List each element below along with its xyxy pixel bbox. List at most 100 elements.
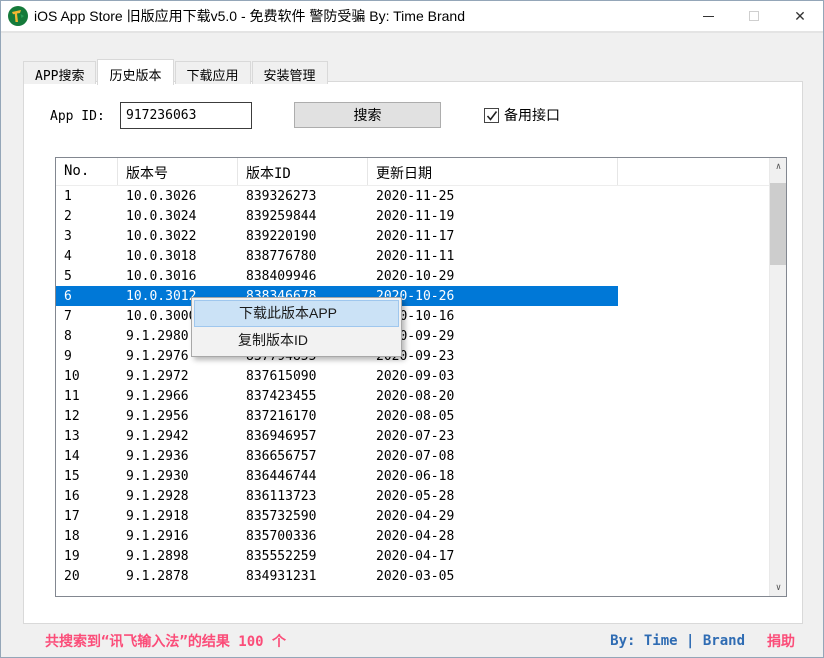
- row-version-id: 836946957: [238, 429, 368, 444]
- table-row[interactable]: 14 9.1.2936 836656757 2020-07-08: [56, 446, 769, 466]
- row-update-date: 2020-09-03: [368, 369, 618, 384]
- backup-checkbox[interactable]: [484, 108, 499, 123]
- context-menu: 下载此版本APP 复制版本ID: [191, 297, 402, 357]
- minimize-button[interactable]: [685, 1, 731, 31]
- tab-strip: APP搜索 历史版本 下载应用 安装管理: [23, 58, 329, 84]
- table-row[interactable]: 5 10.0.3016 838409946 2020-10-29: [56, 266, 769, 286]
- maximize-icon: [749, 11, 759, 21]
- tab-install-manage[interactable]: 安装管理: [252, 61, 328, 84]
- table-row[interactable]: 1 10.0.3026 839326273 2020-11-25: [56, 186, 769, 206]
- search-button[interactable]: 搜索: [294, 102, 441, 128]
- row-no: 16: [56, 489, 118, 504]
- row-update-date: 2020-09-29: [368, 329, 618, 344]
- row-no: 17: [56, 509, 118, 524]
- column-header-filler: [618, 158, 769, 185]
- row-version-id: 835700336: [238, 529, 368, 544]
- table-row[interactable]: 18 9.1.2916 835700336 2020-04-28: [56, 526, 769, 546]
- tab-app-search[interactable]: APP搜索: [23, 61, 96, 84]
- row-version-id: 839220190: [238, 229, 368, 244]
- close-button[interactable]: ✕: [777, 1, 823, 31]
- table-row[interactable]: 12 9.1.2956 837216170 2020-08-05: [56, 406, 769, 426]
- row-no: 8: [56, 329, 118, 344]
- table-row[interactable]: 2 10.0.3024 839259844 2020-11-19: [56, 206, 769, 226]
- row-version-id: 835732590: [238, 509, 368, 524]
- window-title: iOS App Store 旧版应用下载v5.0 - 免费软件 警防受骗 By:…: [34, 6, 465, 26]
- row-update-date: 2020-11-19: [368, 209, 618, 224]
- maximize-button[interactable]: [731, 1, 777, 31]
- row-version: 9.1.2898: [118, 549, 238, 564]
- column-header-version[interactable]: 版本号: [118, 158, 238, 185]
- row-version: 10.0.3024: [118, 209, 238, 224]
- row-update-date: 2020-04-17: [368, 549, 618, 564]
- title-bar: iOS App Store 旧版应用下载v5.0 - 免费软件 警防受骗 By:…: [1, 1, 823, 33]
- row-no: 10: [56, 369, 118, 384]
- row-update-date: 2020-08-20: [368, 389, 618, 404]
- row-version-id: 836446744: [238, 469, 368, 484]
- row-update-date: 2020-05-28: [368, 489, 618, 504]
- table-row[interactable]: 11 9.1.2966 837423455 2020-08-20: [56, 386, 769, 406]
- column-header-no[interactable]: No.: [56, 158, 118, 185]
- row-update-date: 2020-11-11: [368, 249, 618, 264]
- row-update-date: 2020-04-29: [368, 509, 618, 524]
- table-row[interactable]: 13 9.1.2942 836946957 2020-07-23: [56, 426, 769, 446]
- backup-api-option[interactable]: 备用接口: [484, 105, 560, 125]
- column-header-update-date[interactable]: 更新日期: [368, 158, 618, 185]
- row-version-id: 837216170: [238, 409, 368, 424]
- table-row[interactable]: 7 10.0.3000 838226605 2020-10-16: [56, 306, 769, 326]
- row-version-id: 837615090: [238, 369, 368, 384]
- row-version: 9.1.2942: [118, 429, 238, 444]
- row-version: 10.0.3026: [118, 189, 238, 204]
- row-version: 9.1.2956: [118, 409, 238, 424]
- row-update-date: 2020-08-05: [368, 409, 618, 424]
- app-id-label: App ID:: [50, 109, 105, 124]
- row-no: 18: [56, 529, 118, 544]
- credit-text: By: Time | Brand: [610, 633, 745, 649]
- row-no: 3: [56, 229, 118, 244]
- history-tab-panel: App ID: 搜索 备用接口 No. 版本号 版本ID 更新日期 1 10.0…: [23, 81, 803, 624]
- row-version-id: 838776780: [238, 249, 368, 264]
- table-row[interactable]: 19 9.1.2898 835552259 2020-04-17: [56, 546, 769, 566]
- context-menu-item[interactable]: 复制版本ID: [194, 327, 399, 354]
- table-row[interactable]: 17 9.1.2918 835732590 2020-04-29: [56, 506, 769, 526]
- scroll-up-icon[interactable]: ∧: [770, 158, 787, 175]
- row-no: 6: [56, 289, 118, 304]
- row-no: 11: [56, 389, 118, 404]
- table-row[interactable]: 15 9.1.2930 836446744 2020-06-18: [56, 466, 769, 486]
- donate-link[interactable]: 捐助: [767, 631, 795, 651]
- search-result-text: 共搜索到“讯飞输入法”的结果 100 个: [45, 631, 286, 651]
- row-update-date: 2020-10-16: [368, 309, 618, 324]
- row-version-id: 836656757: [238, 449, 368, 464]
- tab-download-app[interactable]: 下载应用: [175, 61, 251, 84]
- table-row[interactable]: 10 9.1.2972 837615090 2020-09-03: [56, 366, 769, 386]
- row-no: 12: [56, 409, 118, 424]
- row-version-id: 837423455: [238, 389, 368, 404]
- app-id-input[interactable]: [120, 102, 252, 129]
- column-header-version-id[interactable]: 版本ID: [238, 158, 368, 185]
- row-no: 9: [56, 349, 118, 364]
- tab-history-versions[interactable]: 历史版本: [97, 59, 173, 85]
- vertical-scrollbar[interactable]: ∧ ∨: [769, 158, 786, 596]
- list-header: No. 版本号 版本ID 更新日期: [56, 158, 769, 186]
- table-row[interactable]: 3 10.0.3022 839220190 2020-11-17: [56, 226, 769, 246]
- table-row[interactable]: 4 10.0.3018 838776780 2020-11-11: [56, 246, 769, 266]
- scroll-down-icon[interactable]: ∨: [770, 579, 787, 596]
- row-no: 5: [56, 269, 118, 284]
- table-row[interactable]: 16 9.1.2928 836113723 2020-05-28: [56, 486, 769, 506]
- table-row[interactable]: 8 9.1.2980 837894853 2020-09-29: [56, 326, 769, 346]
- app-window: iOS App Store 旧版应用下载v5.0 - 免费软件 警防受骗 By:…: [0, 0, 824, 658]
- row-version-id: 834931231: [238, 569, 368, 584]
- row-update-date: 2020-09-23: [368, 349, 618, 364]
- row-update-date: 2020-06-18: [368, 469, 618, 484]
- row-update-date: 2020-07-23: [368, 429, 618, 444]
- row-version: 10.0.3018: [118, 249, 238, 264]
- close-icon: ✕: [794, 8, 806, 25]
- table-row[interactable]: 20 9.1.2878 834931231 2020-03-05: [56, 566, 769, 586]
- table-row[interactable]: 9 9.1.2976 837794855 2020-09-23: [56, 346, 769, 366]
- row-version: 9.1.2928: [118, 489, 238, 504]
- scrollbar-thumb[interactable]: [770, 183, 787, 265]
- table-row[interactable]: 6 10.0.3012 838346678 2020-10-26: [56, 286, 769, 306]
- row-no: 15: [56, 469, 118, 484]
- row-no: 4: [56, 249, 118, 264]
- context-menu-item[interactable]: 下载此版本APP: [194, 300, 399, 327]
- row-update-date: 2020-11-17: [368, 229, 618, 244]
